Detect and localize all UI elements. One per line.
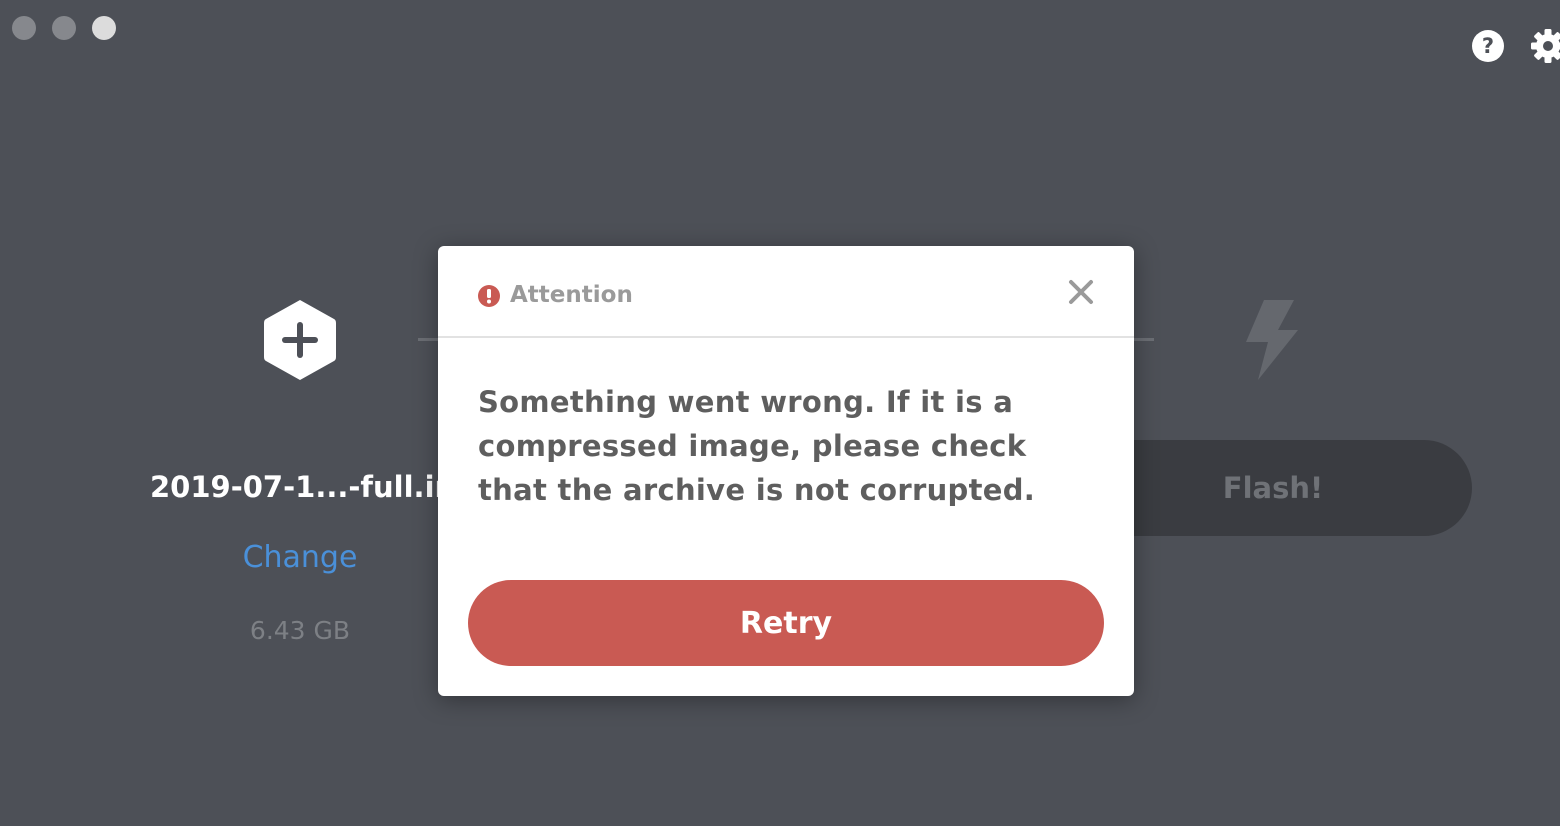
flash-button-label: Flash! — [1222, 471, 1324, 505]
select-image-step — [150, 298, 450, 382]
window-minimize-button[interactable] — [52, 16, 76, 40]
svg-text:?: ? — [1482, 34, 1494, 58]
image-size-label: 6.43 GB — [249, 616, 351, 645]
window-maximize-button[interactable] — [92, 16, 116, 40]
plus-hexagon-icon[interactable] — [262, 298, 338, 382]
step-connector — [1132, 338, 1154, 341]
window-controls — [12, 16, 116, 40]
help-icon[interactable]: ? — [1472, 30, 1504, 62]
modal-title: Attention — [510, 282, 633, 308]
step-connector — [418, 338, 440, 341]
retry-button[interactable]: Retry — [468, 580, 1104, 666]
gear-icon[interactable] — [1530, 28, 1560, 64]
top-toolbar: ? — [1472, 28, 1560, 64]
lightning-bolt-icon — [1246, 300, 1298, 380]
modal-header: Attention — [438, 246, 1134, 338]
window-close-button[interactable] — [12, 16, 36, 40]
change-image-link[interactable]: Change — [150, 540, 450, 575]
app-window: ? 2019-07-1...-full.img Change — [0, 0, 1560, 826]
close-icon[interactable] — [1068, 279, 1094, 305]
attention-modal: Attention Something went wrong. If it is… — [438, 246, 1134, 696]
modal-message: Something went wrong. If it is a compres… — [478, 385, 1036, 507]
image-file-name: 2019-07-1...-full.img — [150, 470, 450, 504]
alert-icon — [478, 285, 500, 307]
